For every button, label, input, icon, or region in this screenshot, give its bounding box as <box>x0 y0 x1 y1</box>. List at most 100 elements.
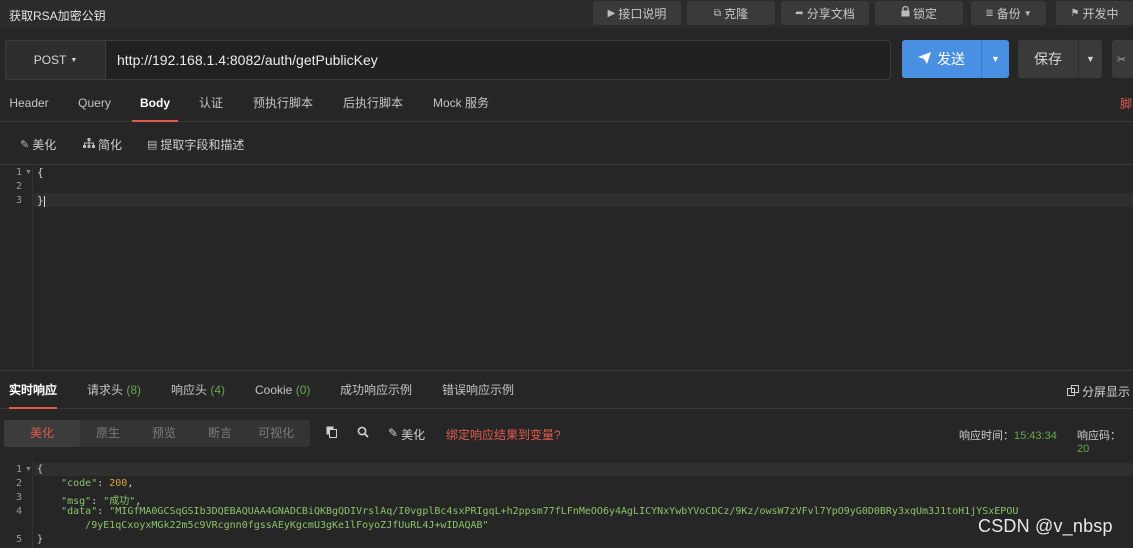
mode-visualize[interactable]: 可视化 <box>248 420 304 447</box>
text-cursor <box>43 195 45 207</box>
tab-auth[interactable]: 认证 <box>198 84 224 122</box>
save-options-button[interactable]: ▼ <box>1078 40 1102 78</box>
code-line: { <box>37 166 44 179</box>
json-open-brace: { <box>37 464 44 475</box>
database-icon: ≣ <box>985 7 994 19</box>
bind-response-link[interactable]: 绑定响应结果到变量? <box>446 426 561 443</box>
extract-fields-button[interactable]: ▤ 提取字段和描述 <box>147 136 244 153</box>
line-number: 4 <box>15 506 22 517</box>
copy-icon[interactable] <box>326 426 337 441</box>
more-button[interactable]: ✂ <box>1112 40 1133 78</box>
response-code: 响应码：20 <box>1077 427 1133 455</box>
response-viewer[interactable]: 1 ▼ 2 3 4 5 { "code": 200, "msg": "成功", … <box>0 460 1133 548</box>
share-icon: ➦ <box>795 7 804 19</box>
tab-mock[interactable]: Mock 服务 <box>432 84 490 122</box>
response-toolbar: 美化 原生 预览 断言 可视化 ✎ 美化 绑定响应结果到变量? 响应时间：15:… <box>0 410 1133 458</box>
json-close-brace: } <box>37 534 44 545</box>
save-button[interactable]: 保存 <box>1018 40 1078 78</box>
tab-header[interactable]: Header <box>9 84 49 122</box>
request-bar: POST ▼ http://192.168.1.4:8082/auth/getP… <box>0 40 1133 81</box>
response-time-label: 响应时间： <box>959 430 1014 442</box>
tab-success-example[interactable]: 成功响应示例 <box>340 371 412 409</box>
title-bar: 获取RSA加密公钥 ▶ 接口说明 ⧉ 克隆 ➦ 分享文档 锁定 ≣ 备份 ▼ ⚑… <box>0 0 1133 28</box>
tab-label: 成功响应示例 <box>340 383 413 397</box>
caret-down-icon: ▼ <box>991 54 1000 64</box>
tab-body[interactable]: Body <box>132 84 178 122</box>
code-text: } <box>37 194 44 207</box>
lock-button[interactable]: 锁定 <box>875 1 963 25</box>
clone-label: 克隆 <box>724 6 749 21</box>
response-code-label: 响应码： <box>1077 430 1121 442</box>
beautify-label: 美化 <box>401 428 426 442</box>
response-code-value: 20 <box>1077 443 1090 455</box>
share-doc-label: 分享文档 <box>806 6 855 21</box>
json-number: 200 <box>109 478 128 489</box>
tab-pre-script[interactable]: 预执行脚本 <box>252 84 314 122</box>
paper-plane-icon <box>918 51 931 67</box>
line-gutter: 1 ▼ 2 3 4 5 <box>0 460 33 548</box>
simplify-button[interactable]: 简化 <box>83 136 122 153</box>
send-button[interactable]: 发送 <box>902 40 981 78</box>
response-time-value: 15:43:34 <box>1014 430 1057 442</box>
tab-count: (8) <box>126 383 142 397</box>
split-view-button[interactable]: 分屏显示 <box>1067 383 1130 400</box>
backup-dropdown[interactable]: ≣ 备份 ▼ <box>971 1 1046 25</box>
method-select[interactable]: POST ▼ <box>5 40 105 80</box>
tab-cookie[interactable]: Cookie (0) <box>255 371 310 409</box>
beautify-label: 美化 <box>32 138 57 152</box>
json-key: "code" <box>61 478 98 489</box>
tab-request-headers[interactable]: 请求头 (8) <box>87 371 141 409</box>
body-editor[interactable]: 1 ▼ 2 3 { } <box>0 166 1133 369</box>
play-icon: ▶ <box>607 7 616 19</box>
split-view-icon <box>1067 384 1079 399</box>
status-label: 开发中 <box>1082 6 1119 21</box>
url-input[interactable]: http://192.168.1.4:8082/auth/getPublicKe… <box>105 40 891 80</box>
clone-button[interactable]: ⧉ 克隆 <box>687 1 775 25</box>
share-doc-button[interactable]: ➦ 分享文档 <box>781 1 869 25</box>
json-line-data: "data": "MIGfMA0GCSqGSIb3DQEBAQUAA4GNADC… <box>61 506 1019 517</box>
response-time: 响应时间：15:43:34 <box>959 427 1057 443</box>
mode-raw[interactable]: 原生 <box>80 420 136 447</box>
caret-down-icon: ▼ <box>70 56 78 64</box>
search-icon[interactable] <box>357 426 369 441</box>
line-number: 1 <box>15 167 22 178</box>
mode-beautify[interactable]: 美化 <box>4 420 80 447</box>
json-string: /9yE1qCxoyxMGk22m5c9VRcgnn0fgssAEyKgcmU3… <box>85 520 489 531</box>
magic-wand-icon: ✎ <box>20 139 30 151</box>
mode-assert[interactable]: 断言 <box>192 420 248 447</box>
tab-query[interactable]: Query <box>78 84 111 122</box>
caret-down-icon: ▼ <box>1086 54 1095 64</box>
tab-label: 请求头 <box>87 383 124 397</box>
json-line-code: "code": 200, <box>61 478 134 489</box>
request-tabs: Header Query Body 认证 预执行脚本 后执行脚本 Mock 服务 <box>0 84 1133 122</box>
beautify-button[interactable]: ✎ 美化 <box>20 136 56 153</box>
document-icon: ▤ <box>147 139 158 151</box>
clone-icon: ⧉ <box>713 7 722 19</box>
lock-label: 锁定 <box>912 6 937 21</box>
api-doc-button[interactable]: ▶ 接口说明 <box>593 1 681 25</box>
body-toolbar: ✎ 美化 简化 ▤ 提取字段和描述 <box>0 123 1133 165</box>
code-line: } <box>37 194 45 207</box>
fold-arrow-icon[interactable]: ▼ <box>25 466 32 473</box>
mode-preview[interactable]: 预览 <box>136 420 192 447</box>
json-key: "data" <box>61 506 98 517</box>
line-number: 5 <box>15 534 22 545</box>
line-number: 2 <box>15 181 22 192</box>
simplify-label: 简化 <box>98 138 123 152</box>
tab-response-headers[interactable]: 响应头 (4) <box>171 371 225 409</box>
active-line-highlight <box>34 463 1133 476</box>
tab-label: 响应头 <box>171 383 208 397</box>
api-doc-label: 接口说明 <box>618 6 667 21</box>
watermark: CSDN @v_nbsp <box>978 516 1113 536</box>
fold-arrow-icon[interactable]: ▼ <box>25 169 32 176</box>
response-tabs: 实时响应 请求头 (8) 响应头 (4) Cookie (0) 成功响应示例 错… <box>0 370 1133 409</box>
send-options-button[interactable]: ▼ <box>981 40 1009 78</box>
tab-post-script[interactable]: 后执行脚本 <box>342 84 404 122</box>
beautify-response-button[interactable]: ✎ 美化 <box>388 426 425 443</box>
view-mode-segmented: 美化 原生 预览 断言 可视化 <box>4 420 310 447</box>
tab-error-example[interactable]: 错误响应示例 <box>442 371 514 409</box>
status-dropdown[interactable]: ⚑ 开发中 <box>1056 1 1133 25</box>
caret-down-icon: ▼ <box>1023 8 1032 18</box>
split-view-label: 分屏显示 <box>1082 385 1131 399</box>
tab-live-response[interactable]: 实时响应 <box>9 371 58 409</box>
